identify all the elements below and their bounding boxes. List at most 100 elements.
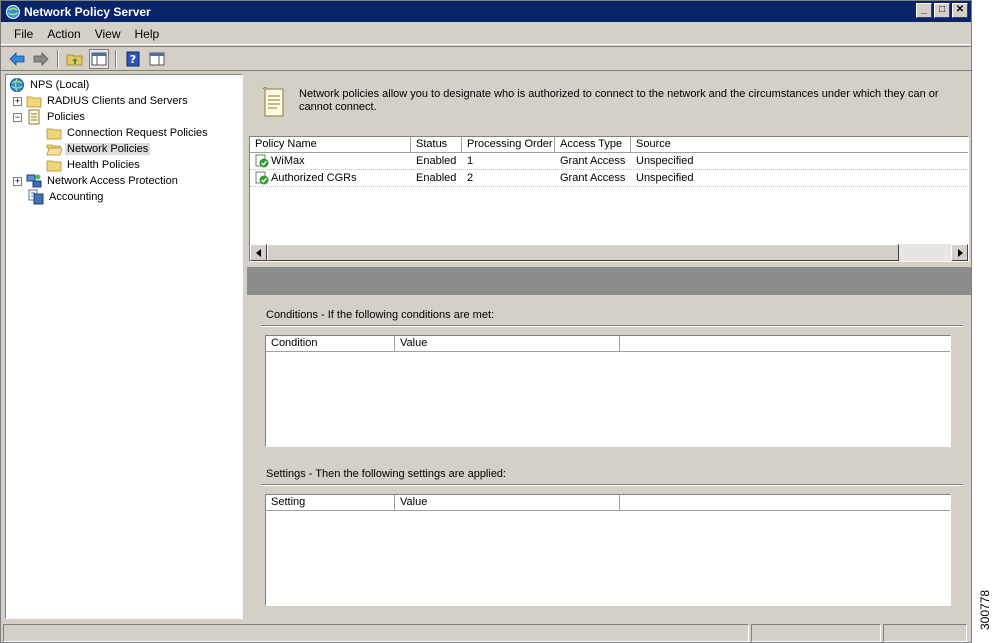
expand-toggle[interactable]: + bbox=[13, 96, 22, 106]
close-button[interactable]: ✕ bbox=[952, 3, 968, 18]
tree-label: Connection Request Policies bbox=[67, 127, 208, 139]
settings-grid: Setting Value bbox=[265, 494, 951, 606]
tree-label: Health Policies bbox=[67, 159, 140, 171]
policy-access-type: Grant Access bbox=[560, 172, 626, 184]
tree-label: Network Access Protection bbox=[47, 175, 178, 187]
show-hide-tree-button[interactable] bbox=[89, 48, 109, 69]
policy-scroll-icon bbox=[262, 87, 284, 117]
column-header-value[interactable]: Value bbox=[395, 495, 620, 510]
accounting-icon bbox=[28, 189, 44, 205]
horizontal-scrollbar[interactable] bbox=[250, 244, 968, 261]
policy-access-type: Grant Access bbox=[560, 155, 626, 167]
column-header-processing-order[interactable]: Processing Order bbox=[462, 137, 555, 152]
scroll-right-icon bbox=[957, 248, 963, 257]
column-header-policy-name[interactable]: Policy Name bbox=[250, 137, 411, 152]
menu-action[interactable]: Action bbox=[40, 25, 87, 43]
policy-status: Enabled bbox=[416, 155, 457, 167]
show-hide-tree-icon bbox=[91, 52, 107, 65]
policy-source: Unspecified bbox=[636, 172, 694, 184]
up-folder-icon bbox=[66, 54, 83, 65]
folder-icon bbox=[26, 96, 42, 108]
tree-label: RADIUS Clients and Servers bbox=[47, 95, 188, 107]
policy-order: 2 bbox=[467, 172, 474, 184]
section-divider bbox=[261, 484, 963, 486]
policy-name: Authorized CGRs bbox=[271, 172, 357, 184]
scroll-left-icon bbox=[255, 248, 261, 257]
menu-file[interactable]: File bbox=[7, 25, 40, 43]
column-header-setting[interactable]: Setting bbox=[266, 495, 395, 510]
scroll-track[interactable] bbox=[899, 244, 951, 261]
console-tree: NPS (Local) + RADIUS Clients and Servers… bbox=[5, 74, 243, 619]
status-bar bbox=[1, 623, 971, 643]
tree-node-policies[interactable]: − Policies bbox=[6, 109, 242, 125]
column-header-blank bbox=[620, 336, 950, 351]
column-header-source[interactable]: Source bbox=[631, 137, 967, 152]
conditions-label: Conditions - If the following conditions… bbox=[266, 309, 495, 321]
scroll-left-button[interactable] bbox=[250, 244, 267, 261]
conditions-grid: Condition Value bbox=[265, 335, 951, 447]
globe-server-icon bbox=[10, 78, 24, 92]
tree-node-network-policies[interactable]: Network Policies bbox=[6, 141, 242, 157]
up-one-level-button[interactable] bbox=[65, 49, 85, 69]
back-button[interactable] bbox=[7, 49, 27, 69]
column-header-value[interactable]: Value bbox=[395, 336, 620, 351]
collapse-toggle[interactable]: − bbox=[13, 112, 22, 122]
title-bar[interactable]: Network Policy Server _ □ ✕ bbox=[1, 1, 971, 22]
policy-order: 1 bbox=[467, 155, 474, 167]
help-button[interactable]: ? bbox=[123, 49, 143, 69]
svg-text:?: ? bbox=[130, 53, 136, 66]
column-header-blank bbox=[620, 495, 950, 510]
column-header-condition[interactable]: Condition bbox=[266, 336, 395, 351]
minimize-button[interactable]: _ bbox=[916, 3, 932, 18]
list-header: Setting Value bbox=[266, 495, 950, 511]
figure-id: 300778 bbox=[978, 589, 992, 631]
nps-app-icon bbox=[6, 4, 20, 19]
tree-node-health-policies[interactable]: Health Policies bbox=[6, 157, 242, 173]
tree-node-network-access-protection[interactable]: + Network Access Protection bbox=[6, 173, 242, 189]
column-header-status[interactable]: Status bbox=[411, 137, 462, 152]
policy-row[interactable]: Authorized CGRs Enabled 2 Grant Access U… bbox=[250, 170, 968, 187]
details-pane: Network policies allow you to designate … bbox=[247, 74, 971, 619]
menu-bar: File Action View Help bbox=[1, 23, 971, 45]
open-folder-icon bbox=[46, 144, 62, 156]
settings-label: Settings - Then the following settings a… bbox=[266, 468, 507, 480]
scroll-thumb[interactable] bbox=[267, 244, 899, 261]
tree-node-radius-clients[interactable]: + RADIUS Clients and Servers bbox=[6, 93, 242, 109]
back-arrow-icon bbox=[9, 51, 25, 66]
status-pane bbox=[751, 624, 881, 642]
policy-name: WiMax bbox=[271, 155, 305, 167]
info-banner: Network policies allow you to designate … bbox=[249, 76, 969, 134]
menu-view[interactable]: View bbox=[88, 25, 128, 43]
status-pane-main bbox=[3, 624, 749, 642]
folder-icon bbox=[46, 128, 62, 140]
network-computer-icon bbox=[26, 174, 42, 188]
console-pane-button[interactable] bbox=[147, 49, 167, 69]
list-header: Policy Name Status Processing Order Acce… bbox=[250, 137, 968, 153]
pane-splitter[interactable] bbox=[247, 267, 971, 295]
tree-node-nps-local[interactable]: NPS (Local) bbox=[6, 77, 242, 93]
tree-label: Accounting bbox=[49, 191, 104, 203]
policy-status: Enabled bbox=[416, 172, 457, 184]
toolbar: ? bbox=[1, 46, 971, 71]
help-icon: ? bbox=[126, 51, 140, 66]
menu-help[interactable]: Help bbox=[128, 25, 167, 43]
scroll-right-button[interactable] bbox=[951, 244, 968, 261]
forward-arrow-icon bbox=[33, 51, 49, 66]
tree-label: Network Policies bbox=[65, 143, 151, 155]
enabled-policy-icon bbox=[255, 154, 269, 168]
policy-document-icon bbox=[28, 109, 40, 125]
policy-source: Unspecified bbox=[636, 155, 694, 167]
tree-label: NPS (Local) bbox=[30, 79, 90, 91]
window-title: Network Policy Server bbox=[24, 4, 151, 19]
forward-button[interactable] bbox=[31, 49, 51, 69]
tree-node-accounting[interactable]: Accounting bbox=[6, 189, 242, 205]
console-pane-icon bbox=[149, 52, 165, 65]
column-header-access-type[interactable]: Access Type bbox=[555, 137, 631, 152]
tree-node-connection-request-policies[interactable]: Connection Request Policies bbox=[6, 125, 242, 141]
maximize-button[interactable]: □ bbox=[934, 3, 950, 18]
policy-row[interactable]: WiMax Enabled 1 Grant Access Unspecified bbox=[250, 153, 968, 170]
folder-icon bbox=[46, 160, 62, 172]
toolbar-separator bbox=[115, 49, 117, 68]
info-description: Network policies allow you to designate … bbox=[299, 88, 939, 113]
expand-toggle[interactable]: + bbox=[13, 176, 22, 186]
